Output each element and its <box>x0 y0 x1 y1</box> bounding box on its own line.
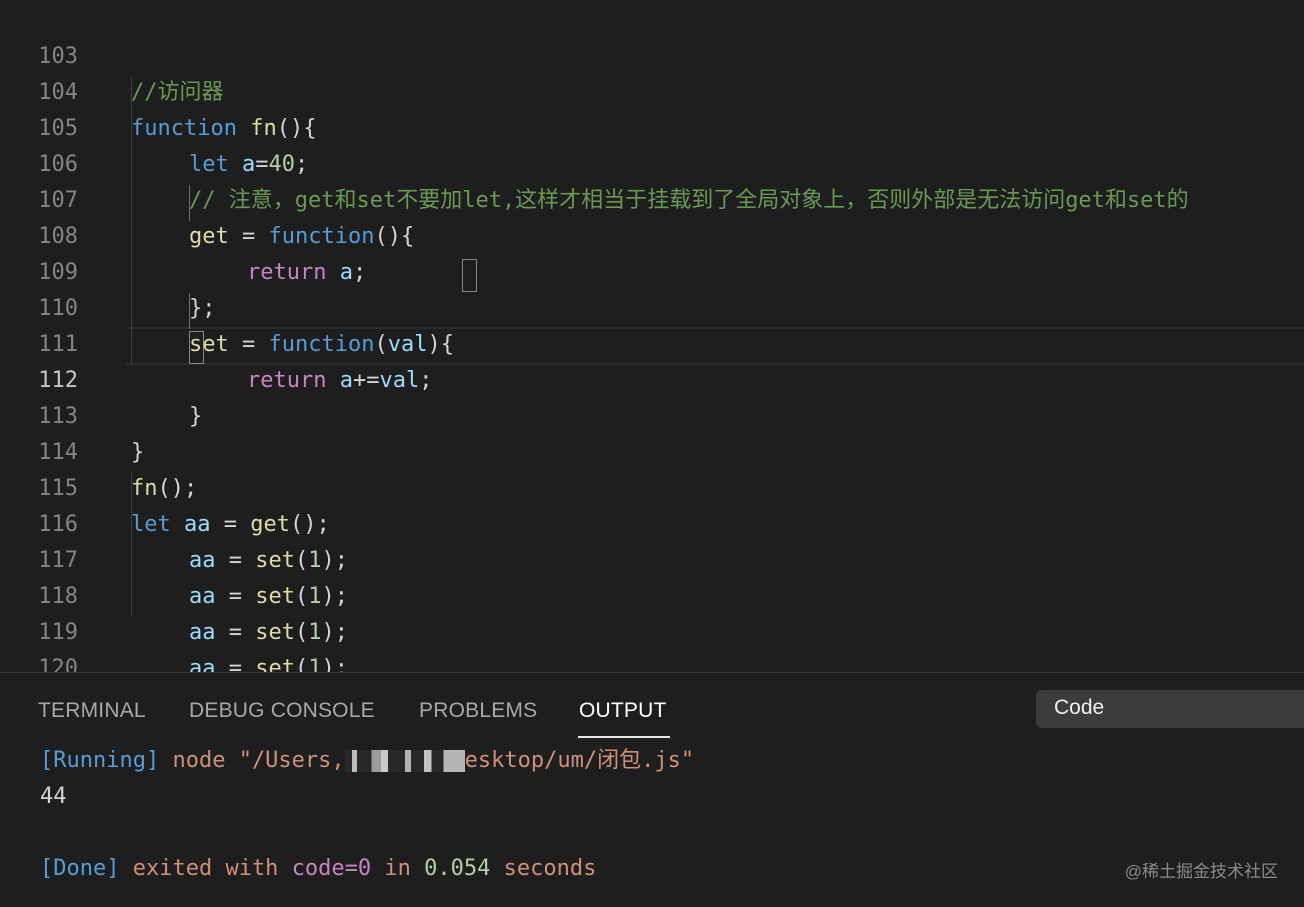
tab-output[interactable]: OUTPUT <box>579 699 667 729</box>
code-line[interactable]: 107 get = function(){ <box>0 147 1304 249</box>
output-channel-select[interactable]: Code <box>1036 690 1304 728</box>
code-line[interactable]: 111 return a+=val; <box>0 291 1304 393</box>
tab-problems[interactable]: PROBLEMS <box>419 699 537 729</box>
code-line[interactable]: 103 //访问器 <box>0 3 1304 105</box>
watermark: @稀土掘金技术社区 <box>1124 862 1278 881</box>
output-line-running: [Running] node "/Users, esktop/um/闭包.js" <box>40 748 695 773</box>
code-line[interactable]: 109 }; <box>0 219 1304 321</box>
code-line[interactable]: 119 aa = set(1); <box>0 579 1304 672</box>
code-line[interactable]: 121 <box>0 651 1304 672</box>
code-line[interactable]: 106 // 注意，get和set不要加let,这样才相当于挂载到了全局对象上，… <box>0 111 1304 213</box>
code-line[interactable]: 115 let aa = get(); <box>0 435 1304 537</box>
bottom-panel: TERMINAL DEBUG CONSOLE PROBLEMS OUTPUT C… <box>0 672 1304 907</box>
code-line[interactable]: 116 aa = set(1); <box>0 471 1304 573</box>
code-editor[interactable]: 103 //访问器 104 function fn(){ 105 let a=4… <box>0 0 1304 672</box>
output-channel-value: Code <box>1054 696 1105 719</box>
tab-terminal[interactable]: TERMINAL <box>38 699 146 729</box>
code-line-active[interactable]: 112 } <box>0 327 1304 429</box>
code-line[interactable]: 110 set = function(val){ <box>0 255 1304 357</box>
code-line[interactable]: 118 aa = set(1); <box>0 543 1304 645</box>
code-line[interactable]: 113 } <box>0 363 1304 465</box>
output-line-done: [Done] exited with code=0 in 0.054 secon… <box>40 856 597 881</box>
active-tab-indicator <box>578 736 670 738</box>
redacted-path <box>344 750 465 772</box>
code-line[interactable]: 104 function fn(){ <box>0 39 1304 141</box>
code-line[interactable]: 114 fn(); <box>0 399 1304 501</box>
output-result: 44 <box>40 784 67 809</box>
code-line[interactable]: 108 return a; <box>0 183 1304 285</box>
code-line[interactable]: 120 console.log(aa); <box>0 615 1304 672</box>
code-line[interactable]: 105 let a=40; <box>0 75 1304 177</box>
code-line[interactable]: 117 aa = set(1); <box>0 507 1304 609</box>
tab-debug-console[interactable]: DEBUG CONSOLE <box>189 699 375 729</box>
